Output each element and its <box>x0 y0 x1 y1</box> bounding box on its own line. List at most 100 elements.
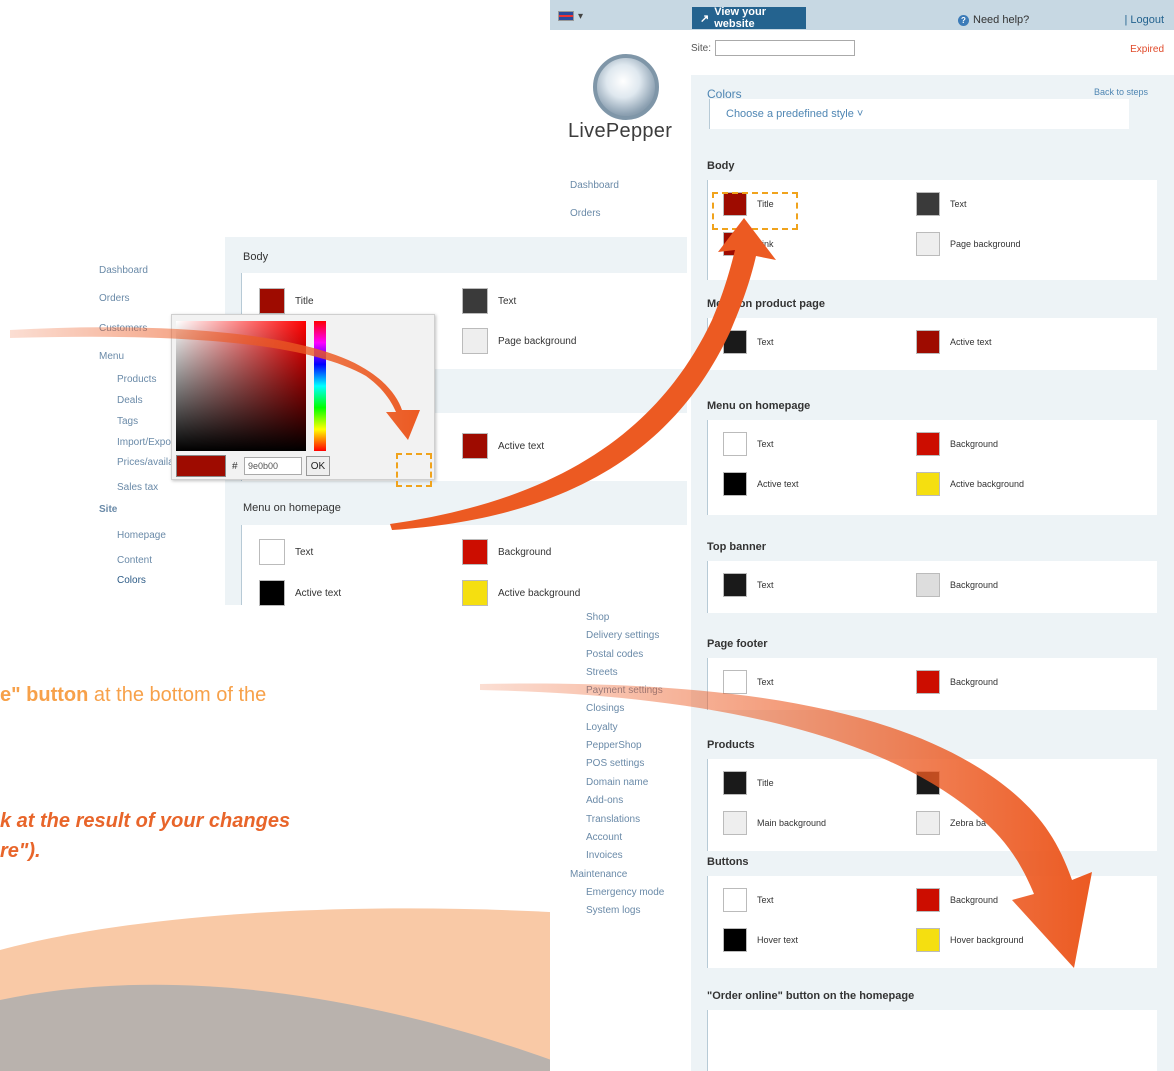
color-chip[interactable] <box>723 888 747 912</box>
inset-color-chip[interactable] <box>259 288 285 314</box>
inset-color-chip[interactable] <box>462 580 488 606</box>
inset-nav-products[interactable]: Products <box>117 374 156 385</box>
inset-color-swatch[interactable]: Active background <box>462 580 580 606</box>
inset-nav-sales-tax[interactable]: Sales tax <box>117 482 158 493</box>
inset-color-chip[interactable] <box>259 580 285 606</box>
hex-input[interactable] <box>244 457 302 475</box>
color-swatch[interactable]: Background <box>916 670 998 694</box>
inset-color-chip[interactable] <box>462 433 488 459</box>
ok-button[interactable]: OK <box>306 456 330 476</box>
sidebar-item-postal-codes[interactable]: Postal codes <box>586 649 643 660</box>
inset-nav-deals[interactable]: Deals <box>117 395 143 406</box>
color-swatch[interactable]: Hover text <box>723 928 798 952</box>
inset-color-swatch[interactable]: Background <box>462 539 551 565</box>
color-swatch[interactable]: Text <box>723 432 774 456</box>
sidebar-item-streets[interactable]: Streets <box>586 667 618 678</box>
sidebar-item-invoices[interactable]: Invoices <box>586 850 623 861</box>
color-chip[interactable] <box>916 771 940 795</box>
color-chip[interactable] <box>723 670 747 694</box>
color-chip[interactable] <box>723 573 747 597</box>
sidebar-item-account[interactable]: Account <box>586 832 622 843</box>
color-swatch[interactable]: Link <box>723 232 774 256</box>
color-swatch[interactable]: Background <box>916 573 998 597</box>
inset-color-chip[interactable] <box>462 328 488 354</box>
color-chip[interactable] <box>916 670 940 694</box>
inset-nav-colors[interactable]: Colors <box>117 575 146 586</box>
inset-nav-site[interactable]: Site <box>99 504 117 515</box>
inset-color-swatch[interactable]: Active text <box>259 580 341 606</box>
color-chip[interactable] <box>723 771 747 795</box>
inset-nav-import-export[interactable]: Import/Export <box>117 437 177 448</box>
color-swatch[interactable]: Text <box>723 573 774 597</box>
sidebar-item-dashboard[interactable]: Dashboard <box>570 180 619 191</box>
sidebar-item-peppershop[interactable]: PepperShop <box>586 740 642 751</box>
sidebar-item-add-ons[interactable]: Add-ons <box>586 795 623 806</box>
saturation-value-area[interactable] <box>176 321 306 451</box>
color-chip[interactable] <box>723 330 747 354</box>
inset-nav-tags[interactable]: Tags <box>117 416 138 427</box>
color-swatch[interactable]: Page background <box>916 232 1021 256</box>
color-swatch[interactable]: Text <box>916 192 967 216</box>
color-swatch[interactable]: Text <box>723 330 774 354</box>
inset-color-swatch[interactable]: Active text <box>462 433 544 459</box>
help-link[interactable]: ? Need help? <box>958 14 1029 26</box>
color-swatch[interactable]: Zebra ba <box>916 811 986 835</box>
color-chip[interactable] <box>916 888 940 912</box>
color-swatch[interactable]: Active background <box>916 472 1024 496</box>
color-chip[interactable] <box>916 928 940 952</box>
inset-nav-menu[interactable]: Menu <box>99 351 124 362</box>
sidebar-item-orders[interactable]: Orders <box>570 208 601 219</box>
color-chip[interactable] <box>723 811 747 835</box>
color-swatch[interactable]: Hover background <box>916 928 1024 952</box>
color-swatch[interactable]: Text <box>723 888 774 912</box>
sidebar-item-payment-settings[interactable]: Payment settings <box>586 685 663 696</box>
sidebar-item-domain-name[interactable]: Domain name <box>586 777 648 788</box>
predefined-style-dropdown[interactable]: Choose a predefined style ˅ <box>709 99 1129 129</box>
inset-color-swatch[interactable]: Page background <box>462 328 576 354</box>
hue-slider[interactable] <box>314 321 326 451</box>
logout-link[interactable]: | Logout <box>1124 14 1164 26</box>
color-chip[interactable] <box>723 472 747 496</box>
color-swatch[interactable]: Active text <box>723 472 799 496</box>
inset-nav-dashboard[interactable]: Dashboard <box>99 265 148 276</box>
color-chip[interactable] <box>916 330 940 354</box>
inset-nav-customers[interactable]: Customers <box>99 323 147 334</box>
sidebar-item-delivery-settings[interactable]: Delivery settings <box>586 630 659 641</box>
sidebar-item-emergency-mode[interactable]: Emergency mode <box>586 887 664 898</box>
back-to-steps-link[interactable]: Back to steps <box>1094 87 1148 97</box>
sidebar-item-maintenance[interactable]: Maintenance <box>570 869 627 880</box>
color-chip[interactable] <box>916 432 940 456</box>
inset-color-chip[interactable] <box>259 539 285 565</box>
color-swatch[interactable]: Text <box>723 670 774 694</box>
color-swatch[interactable]: Background <box>916 888 998 912</box>
color-chip[interactable] <box>723 232 747 256</box>
color-chip[interactable] <box>723 928 747 952</box>
inset-nav-homepage[interactable]: Homepage <box>117 530 166 541</box>
uk-flag-icon[interactable] <box>558 11 574 21</box>
inset-color-chip[interactable] <box>462 288 488 314</box>
color-chip[interactable] <box>916 811 940 835</box>
inset-nav-content[interactable]: Content <box>117 555 152 566</box>
color-chip[interactable] <box>916 192 940 216</box>
site-input[interactable] <box>715 40 856 56</box>
inset-nav-orders[interactable]: Orders <box>99 293 130 304</box>
color-chip[interactable] <box>916 472 940 496</box>
sidebar-item-pos-settings[interactable]: POS settings <box>586 758 644 769</box>
color-chip[interactable] <box>916 232 940 256</box>
inset-color-swatch[interactable]: Text <box>259 539 313 565</box>
inset-color-chip[interactable] <box>462 539 488 565</box>
color-chip[interactable] <box>723 432 747 456</box>
chevron-down-icon[interactable]: ▾ <box>578 11 583 22</box>
color-swatch[interactable]: Title <box>723 771 774 795</box>
color-swatch[interactable]: Background <box>916 432 998 456</box>
color-swatch[interactable]: Active text <box>916 330 992 354</box>
sidebar-item-closings[interactable]: Closings <box>586 703 624 714</box>
color-swatch[interactable] <box>916 771 950 795</box>
sidebar-item-shop[interactable]: Shop <box>586 612 609 623</box>
color-chip[interactable] <box>916 573 940 597</box>
inset-color-swatch[interactable]: Title <box>259 288 314 314</box>
color-swatch[interactable]: Main background <box>723 811 826 835</box>
sidebar-item-translations[interactable]: Translations <box>586 814 640 825</box>
inset-color-swatch[interactable]: Text <box>462 288 516 314</box>
sidebar-item-system-logs[interactable]: System logs <box>586 905 640 916</box>
